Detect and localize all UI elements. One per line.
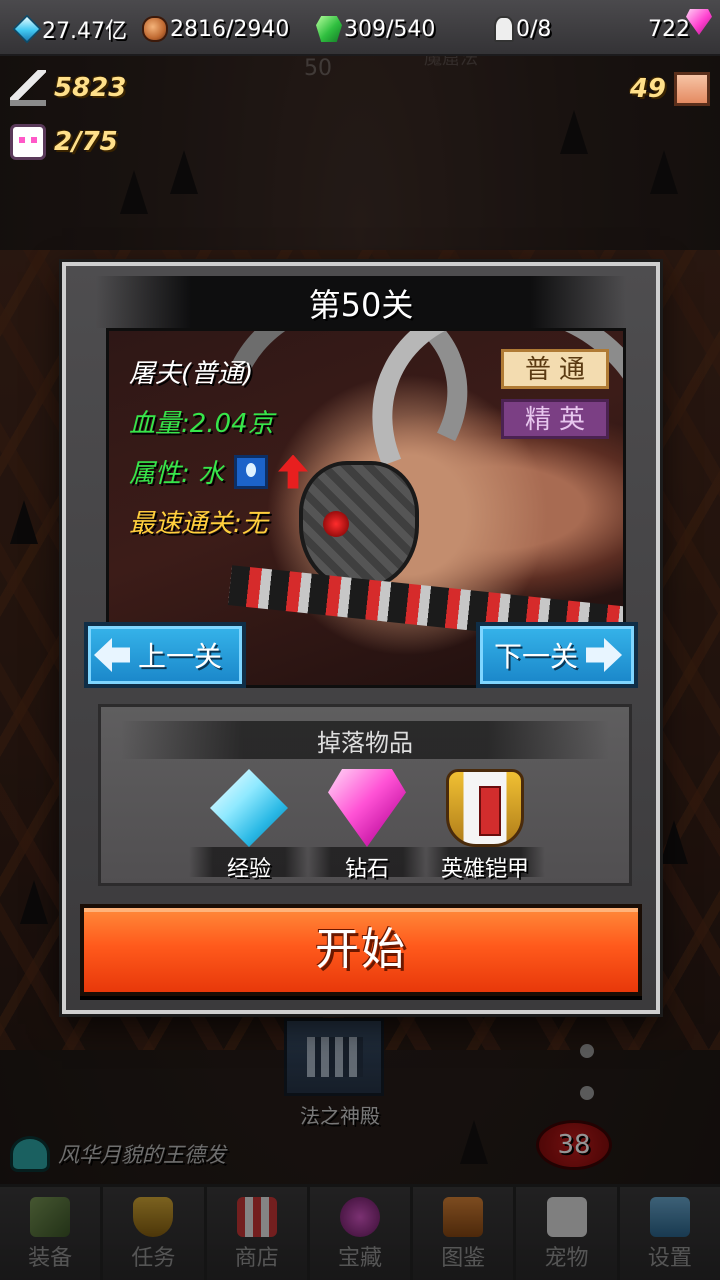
previous-stage-label: 上一关 [138,640,223,673]
pet-count: 2/75 [54,127,118,157]
tab-dim-overlay [206,1187,307,1280]
box-stat[interactable]: 49 [630,72,710,106]
blue-diamond-count: 27.47亿 [42,19,127,44]
resource-pink-gem[interactable]: 722 [648,9,714,46]
water-element-icon [234,454,269,489]
arrow-right-icon [586,638,623,672]
boss-eye [323,511,349,537]
blue-diamond-icon [12,14,42,44]
drop-label: 经验 [226,857,271,882]
bottom-nav: 装备 任务 商店 宝藏 图鉴 宠物 设置 [0,1184,720,1280]
next-stage-button[interactable]: 下一关 [476,622,638,688]
tab-treasure[interactable]: 宝藏 [309,1187,414,1280]
drops-panel: 掉落物品 经验 钻石 英雄铠甲 [98,704,632,886]
resource-ghost[interactable]: 0/8 [494,12,551,46]
drop-item-diamond[interactable]: 钻石 [307,769,427,883]
sword-icon [10,70,46,106]
box-count: 49 [629,74,666,104]
resource-green-gem[interactable]: 309/540 [316,12,435,46]
drops-title: 掉落物品 [317,729,413,757]
tab-codex[interactable]: 图鉴 [413,1187,517,1280]
tab-settings[interactable]: 设置 [619,1187,720,1280]
tab-equipment[interactable]: 装备 [0,1187,104,1280]
difficulty-elite-button[interactable]: 精英 [501,399,609,439]
tab-dim-overlay [619,1187,720,1280]
armor-icon [446,769,524,847]
difficulty-normal-button[interactable]: 普通 [501,349,609,389]
tab-pets[interactable]: 宠物 [516,1187,620,1280]
meat-icon [142,16,168,42]
boss-mask [299,461,419,591]
boss-name: 屠夫(普通) [129,359,254,389]
stage-dialog: 第50关 屠夫(普通) 血量:2.04京 属性: 水 最速通关:无 普通 精英 … [62,262,660,1014]
gift-box-icon [674,72,710,106]
next-stage-label: 下一关 [494,640,579,673]
tab-dim-overlay [103,1187,204,1280]
boss-attribute-row: 属性: 水 [129,453,309,490]
pet-stat: 2/75 [10,124,118,160]
drop-item-armor[interactable]: 英雄铠甲 [425,769,545,883]
start-button[interactable]: 开始 [80,904,642,996]
tab-dim-overlay [309,1187,411,1280]
stage-title: 第50关 [308,286,414,324]
crystal-icon [210,769,288,847]
cat-face-icon [10,124,46,160]
boss-hp: 血量:2.04京 [129,409,274,439]
boss-attribute: 属性: 水 [129,459,225,489]
advantage-up-arrow-icon [278,454,309,489]
drop-label: 钻石 [344,857,389,882]
drop-item-exp[interactable]: 经验 [189,769,309,883]
pink-gem-count: 722 [648,16,690,42]
tab-quests[interactable]: 任务 [103,1187,207,1280]
resource-bar: 27.47亿 2816/2940 309/540 0/8 722 [0,0,720,56]
tab-dim-overlay [413,1187,514,1280]
ghost-icon [494,16,514,42]
food-count: 2816/2940 [170,16,290,42]
green-gem-icon [316,16,342,42]
tab-dim-overlay [0,1187,101,1280]
fastest-clear: 最速通关:无 [129,509,268,539]
attack-stat: 5823 [10,70,126,106]
ghost-count: 0/8 [516,16,552,42]
diamond-icon [328,769,406,847]
resource-blue-diamond[interactable]: 27.47亿 [12,12,127,46]
drop-label: 英雄铠甲 [440,857,529,882]
resource-food[interactable]: 2816/2940 [142,12,289,46]
attack-value: 5823 [54,73,127,103]
tab-shop[interactable]: 商店 [206,1187,310,1280]
tab-dim-overlay [516,1187,617,1280]
green-gem-count: 309/540 [344,16,436,42]
arrow-left-icon [94,638,130,672]
previous-stage-button[interactable]: 上一关 [84,622,246,688]
